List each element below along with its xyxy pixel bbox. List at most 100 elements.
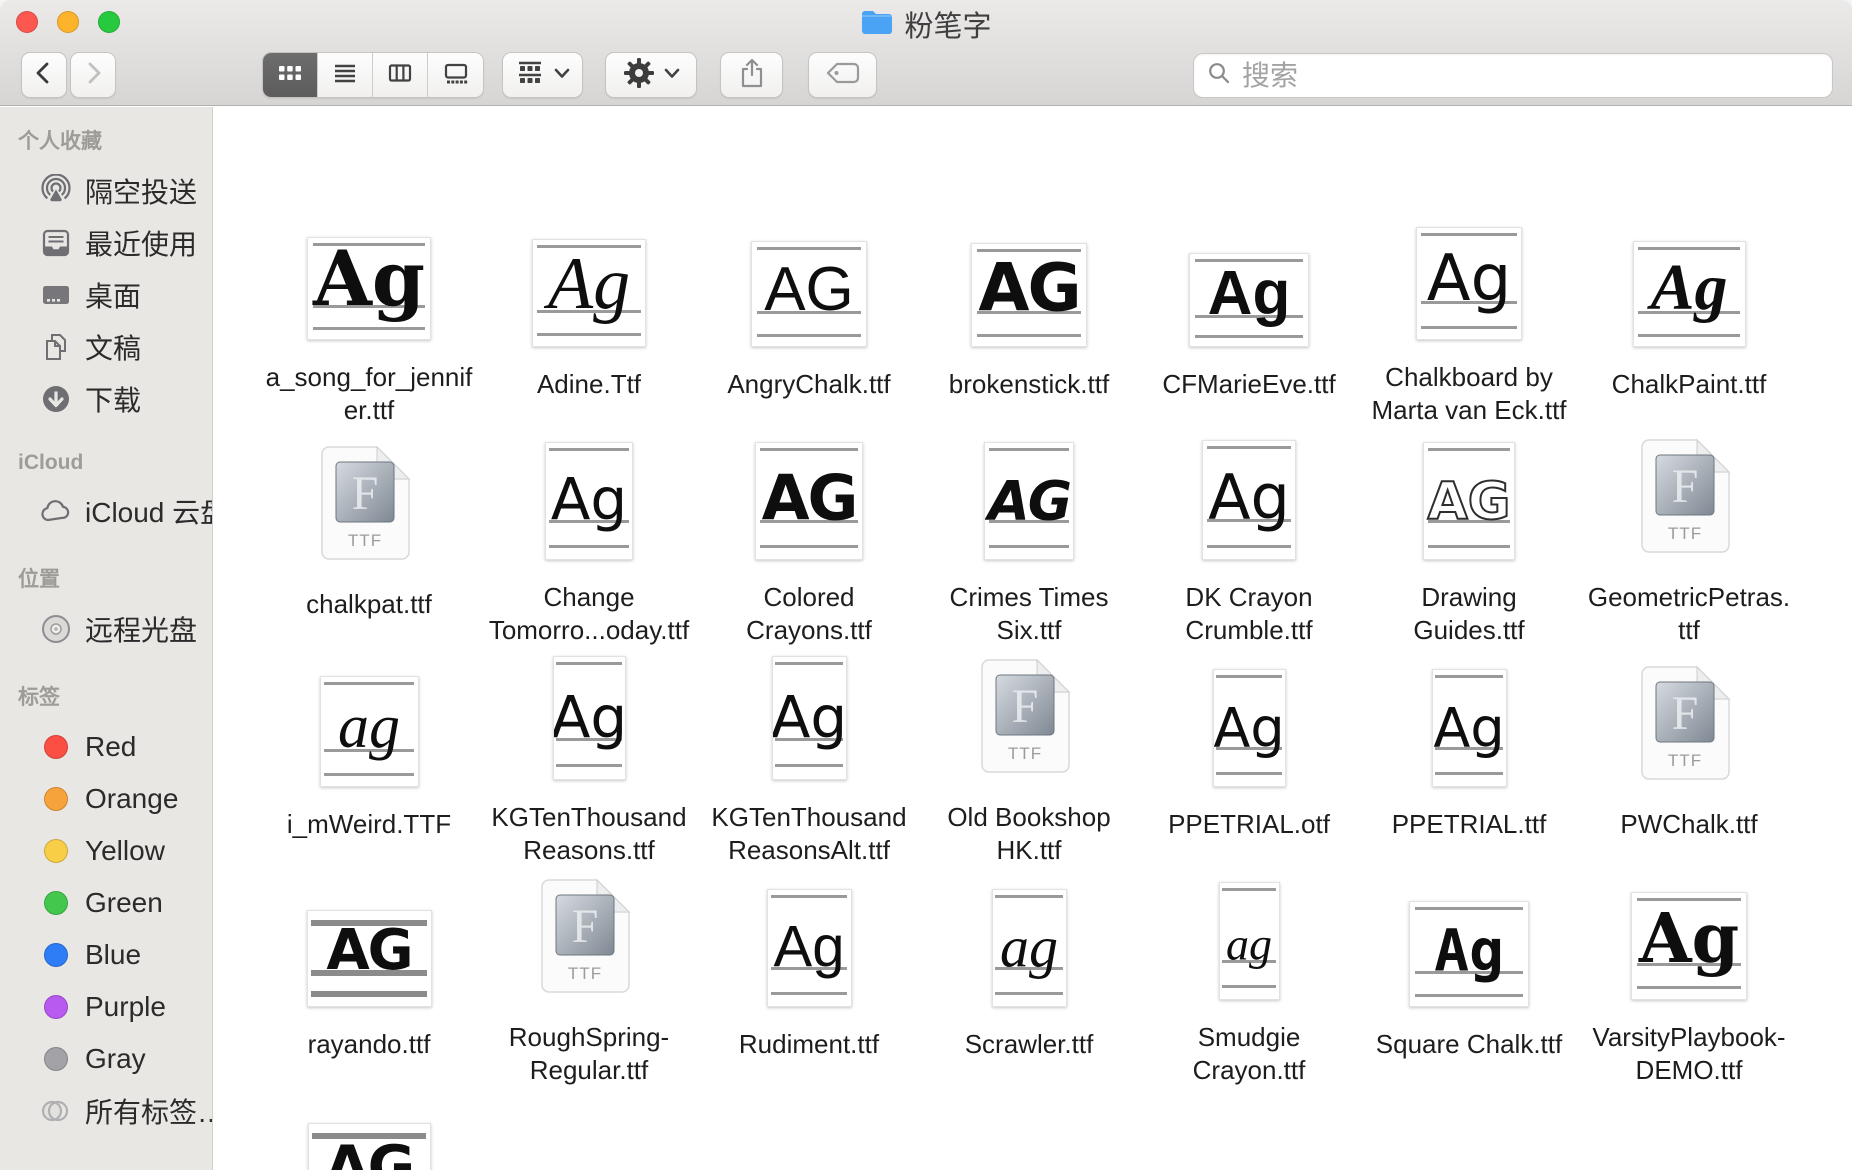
file-name-label: Scrawler.ttf [925,1028,1133,1061]
sidebar-section-header: iCloud [18,451,212,475]
font-preview-icon: Ag [1409,901,1529,1007]
sidebar-item[interactable]: Green [0,877,212,929]
file-icon-slot: Ag [1139,427,1359,560]
file-name-label: Rudiment.ttf [705,1028,913,1061]
sidebar-item[interactable]: 文稿 [0,321,212,373]
file-item[interactable]: AgAdine.Ttf [479,207,699,427]
tag-dot [38,729,74,765]
ttf-document-icon: F TTF [1641,666,1737,787]
sidebar-item[interactable]: Gray [0,1033,212,1085]
svg-text:TTF: TTF [1668,524,1702,543]
sidebar-item[interactable]: Blue [0,929,212,981]
tag-dot [38,1041,74,1077]
sidebar-item[interactable]: 所有标签… [0,1085,212,1137]
file-item[interactable]: F TTF Old Bookshop HK.ttf [919,647,1139,867]
sidebar-item[interactable]: 隔空投送 [0,165,212,217]
file-item[interactable]: AGColored Crayons.ttf [699,427,919,647]
list-view-button[interactable] [318,53,373,97]
search-input[interactable] [1240,59,1820,93]
file-name-label: Square Chalk.ttf [1365,1028,1573,1061]
file-item[interactable]: AgChange Tomorro...oday.ttf [479,427,699,647]
file-icon-slot: Ag [1359,647,1579,787]
guide-line [324,773,413,776]
file-item[interactable]: Ag Square Chalk.ttf [1359,867,1579,1087]
icon-view-button[interactable] [263,53,318,97]
ttf-document-icon: F TTF [321,446,417,567]
gallery-view-icon [442,59,470,92]
column-view-button[interactable] [373,53,428,97]
file-name-label: GeometricPetras.ttf [1585,581,1793,647]
view-switcher [262,52,484,98]
gallery-view-button[interactable] [428,53,483,97]
sidebar-item[interactable]: Red [0,721,212,773]
sidebar-section-header: 位置 [18,563,212,593]
file-item[interactable]: Aga_song_for_jennifer.ttf [259,207,479,427]
file-name-label: KGTenThousandReasonsAlt.ttf [705,801,913,867]
font-preview-glyph: Ag [1208,258,1291,329]
disc-icon [38,611,74,647]
file-item[interactable]: Ag PPETRIAL.ttf [1359,647,1579,867]
file-name-label: PWChalk.ttf [1585,808,1793,841]
guide-line [324,682,413,685]
sidebar-item[interactable]: 最近使用 [0,217,212,269]
guide-line [549,545,628,548]
font-preview-glyph: Ag [1639,899,1739,979]
file-item[interactable]: AgChalkboard by Marta van Eck.ttf [1359,207,1579,427]
back-button[interactable] [21,52,67,98]
file-icon-slot: Ag [1139,647,1359,787]
file-item[interactable]: AGCrimes Times Six.ttf [919,427,1139,647]
file-name-label: PPETRIAL.ttf [1365,808,1573,841]
tag-dot [38,885,74,921]
sidebar-item[interactable]: 下载 [0,373,212,425]
tag-button[interactable] [808,52,877,98]
sidebar-item[interactable]: 桌面 [0,269,212,321]
actions-button[interactable] [605,52,697,98]
file-item[interactable]: AgChalkPaint.ttf [1579,207,1799,427]
file-item[interactable]: F TTF RoughSpring-Regular.ttf [479,867,699,1087]
group-by-button[interactable] [502,52,583,98]
file-item[interactable]: AgPPETRIAL.otf [1139,647,1359,867]
file-item[interactable]: agSmudgie Crayon.ttf [1139,867,1359,1087]
forward-button[interactable] [70,52,116,98]
guide-line [1195,335,1304,338]
file-item[interactable]: AGbrokenstick.ttf [919,207,1139,427]
share-button[interactable] [720,52,783,98]
back-icon [30,59,58,92]
file-item[interactable]: AgVarsityPlaybook-DEMO.ttf [1579,867,1799,1087]
svg-text:F: F [1672,460,1699,513]
sidebar-item[interactable]: Purple [0,981,212,1033]
file-item[interactable]: AgKGTenThousandReasonsAlt.ttf [699,647,919,867]
sidebar-item-label: 远程光盘 [85,609,197,649]
sidebar-item[interactable]: Yellow [0,825,212,877]
file-item[interactable]: AgKGTenThousandReasons.ttf [479,647,699,867]
file-item[interactable]: agi_mWeird.TTF [259,647,479,867]
file-item[interactable]: agScrawler.ttf [919,867,1139,1087]
file-item[interactable]: AGDrawing Guides.ttf [1359,427,1579,647]
guide-line [775,662,842,665]
sidebar-item[interactable]: Orange [0,773,212,825]
search-field [1193,53,1833,98]
file-name-label: Crimes Times Six.ttf [925,581,1133,647]
file-item[interactable]: AgDK Crayon Crumble.ttf [1139,427,1359,647]
file-item[interactable]: F TTF GeometricPetras.ttf [1579,427,1799,647]
file-item[interactable]: F TTF PWChalk.ttf [1579,647,1799,867]
file-item[interactable]: AgCFMarieEve.ttf [1139,207,1359,427]
font-preview-icon: ag [1219,882,1280,1000]
tag-dot [38,833,74,869]
file-item[interactable]: AGVTKS ANIMAL.ttf [259,1087,479,1170]
sidebar-item-label: Green [85,887,163,919]
file-item[interactable]: AGrayando.ttf [259,867,479,1087]
file-item[interactable]: F TTF chalkpat.ttf [259,427,479,647]
svg-text:TTF: TTF [568,964,602,983]
file-icon-slot: Ag [1579,867,1799,1000]
file-icon-slot: AG [259,1087,479,1170]
file-item[interactable]: AGAngryChalk.ttf [699,207,919,427]
guide-line [1415,907,1524,910]
sidebar-item[interactable]: 远程光盘 [0,603,212,655]
file-name-label: Chalkboard by Marta van Eck.ttf [1365,361,1573,427]
guide-line [1638,334,1740,337]
file-item[interactable]: AgRudiment.ttf [699,867,919,1087]
sidebar: 个人收藏 隔空投送 最近使用 桌面 文稿 下载iCloud iCloud 云盘位… [0,107,213,1170]
sidebar-item[interactable]: iCloud 云盘 [0,485,212,537]
svg-text:F: F [572,900,599,953]
